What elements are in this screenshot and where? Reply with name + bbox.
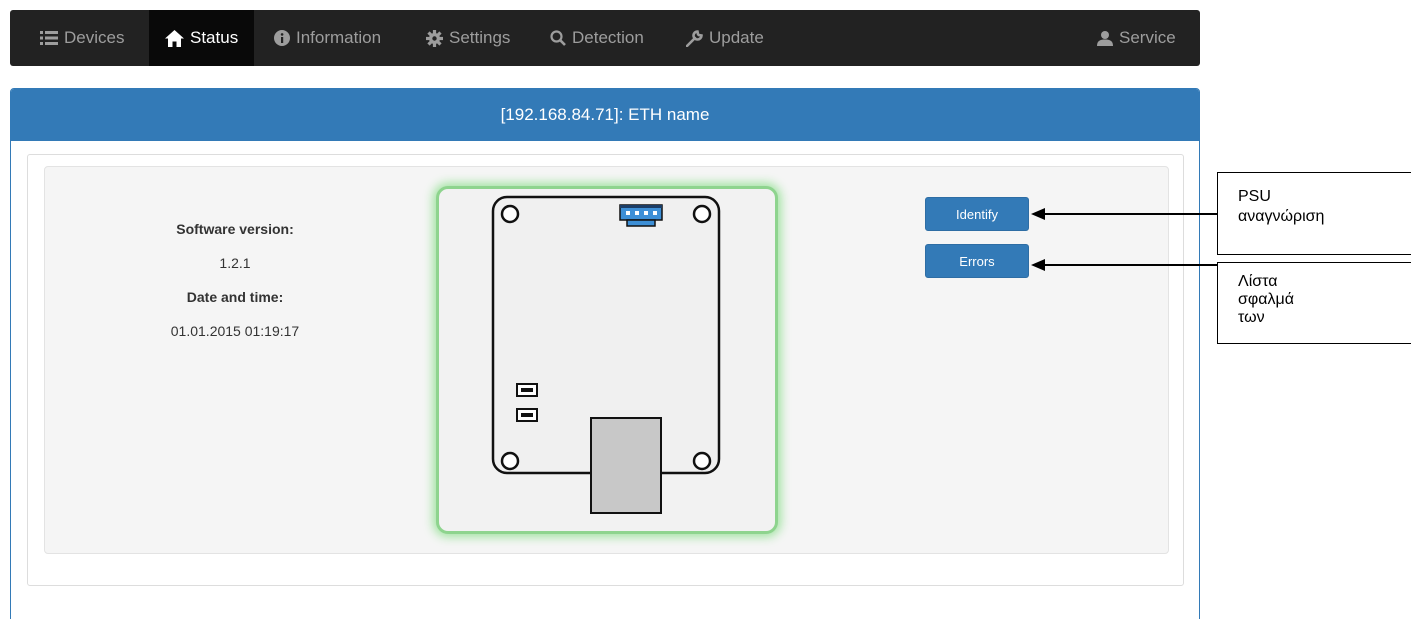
panel-heading: [192.168.84.71]: ETH name <box>11 89 1199 141</box>
device-status-card <box>436 186 778 534</box>
identify-annotation: PSU αναγνώριση <box>1238 187 1324 227</box>
mount-hole-icon <box>500 451 520 471</box>
device-board-diagram <box>491 195 721 514</box>
errors-button[interactable]: Errors <box>925 244 1029 278</box>
nav-settings-label: Settings <box>449 28 511 47</box>
nav-detection-label: Detection <box>572 28 644 47</box>
nav-information[interactable]: Information <box>274 10 381 66</box>
wrench-icon <box>686 29 703 47</box>
mount-hole-icon <box>692 204 712 224</box>
led-icon <box>516 408 538 422</box>
device-info: Software version: 1.2.1 Date and time: 0… <box>145 212 325 348</box>
nav-status-label: Status <box>190 28 239 47</box>
errors-button-label: Errors <box>959 253 995 269</box>
nav-devices[interactable]: Devices <box>40 10 124 66</box>
search-icon <box>550 30 566 46</box>
identify-annotation-line2: αναγνώριση <box>1238 208 1325 225</box>
software-version-value: 1.2.1 <box>219 255 251 271</box>
status-well: Software version: 1.2.1 Date and time: 0… <box>44 166 1169 554</box>
nav-update-label: Update <box>709 28 764 47</box>
errors-annotation-line2: σφαλμά <box>1238 291 1294 308</box>
nav-detection[interactable]: Detection <box>550 10 644 66</box>
ethernet-port-icon <box>590 417 662 514</box>
identify-button-label: Identify <box>956 206 998 222</box>
nav-update[interactable]: Update <box>686 10 764 66</box>
date-time-label: Date and time: <box>186 289 284 305</box>
led-icon <box>516 383 538 397</box>
mount-hole-icon <box>692 451 712 471</box>
info-circle-icon <box>274 30 290 46</box>
identify-button[interactable]: Identify <box>925 197 1029 231</box>
connector-icon <box>619 204 663 227</box>
panel-title: [192.168.84.71]: ETH name <box>500 105 710 124</box>
device-panel: [192.168.84.71]: ETH name Software versi… <box>10 88 1200 619</box>
nav-settings[interactable]: Settings <box>426 10 510 66</box>
mount-hole-icon <box>500 204 520 224</box>
errors-annotation-line1: Λίστα <box>1238 273 1278 290</box>
nav-service-label: Service <box>1119 28 1176 47</box>
top-navbar: Devices Status Information Settings Dete… <box>10 10 1200 66</box>
software-version-label: Software version: <box>176 221 294 237</box>
nav-status[interactable]: Status <box>149 10 255 66</box>
date-time-value: 01.01.2015 01:19:17 <box>170 323 300 339</box>
identify-annotation-line1: PSU <box>1238 188 1271 205</box>
user-icon <box>1097 31 1113 46</box>
nav-information-label: Information <box>296 28 382 47</box>
list-icon <box>40 31 58 45</box>
nav-service[interactable]: Service <box>1097 10 1176 66</box>
errors-annotation-line3: των <box>1238 309 1265 326</box>
gear-icon <box>426 29 443 47</box>
home-icon <box>165 29 184 47</box>
status-container: Software version: 1.2.1 Date and time: 0… <box>27 154 1184 586</box>
nav-devices-label: Devices <box>64 28 125 47</box>
errors-annotation: Λίστα σφαλμά των <box>1238 273 1294 327</box>
